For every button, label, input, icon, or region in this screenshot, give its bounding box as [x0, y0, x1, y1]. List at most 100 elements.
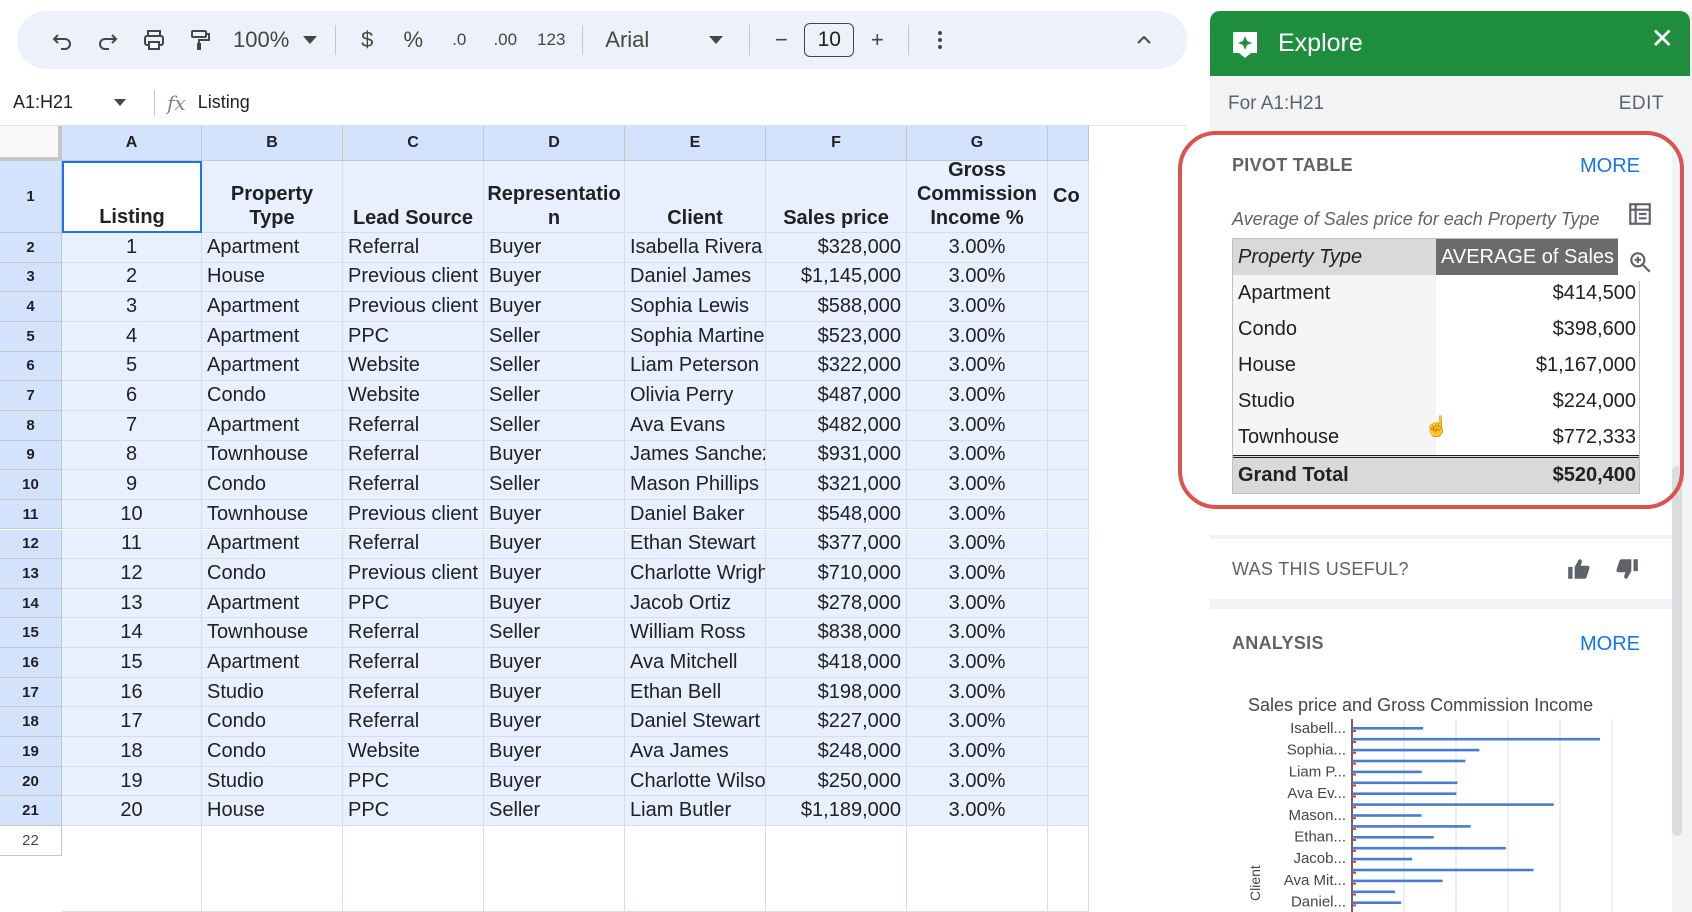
table-cell[interactable]: Buyer [484, 559, 625, 589]
table-cell[interactable]: Daniel Baker [625, 499, 766, 530]
table-cell[interactable]: Apartment [202, 648, 343, 678]
column-header-h[interactable] [1048, 126, 1089, 161]
table-cell[interactable] [1048, 618, 1089, 649]
row-header[interactable]: 6 [0, 351, 62, 382]
table-cell[interactable]: $838,000 [766, 618, 907, 649]
table-cell[interactable]: Buyer [484, 529, 625, 560]
table-cell[interactable]: Seller [484, 618, 625, 649]
table-cell[interactable]: $588,000 [766, 292, 907, 322]
table-cell[interactable] [1048, 826, 1089, 912]
table-cell[interactable]: Referral [343, 529, 484, 560]
table-cell[interactable]: Studio [202, 677, 343, 708]
table-cell[interactable]: Condo [202, 470, 343, 500]
table-cell[interactable]: Sophia Lewis [625, 292, 766, 322]
table-cell[interactable]: $482,000 [766, 410, 907, 441]
analysis-chart[interactable]: Isabell... Sophia... Liam P... Ava Ev... Mas… [1210, 719, 1672, 912]
table-cell[interactable]: Buyer [484, 233, 625, 263]
table-cell[interactable]: Referral [343, 233, 484, 263]
table-cell[interactable]: $250,000 [766, 766, 907, 797]
table-cell[interactable]: Seller [484, 321, 625, 352]
table-cell[interactable]: 3.00% [907, 737, 1048, 767]
row-header[interactable]: 11 [0, 499, 62, 530]
table-cell[interactable] [1048, 470, 1089, 500]
table-cell[interactable]: 3.00% [907, 499, 1048, 530]
table-cell[interactable] [1048, 529, 1089, 560]
table-cell[interactable]: Apartment [202, 529, 343, 560]
table-cell[interactable] [1048, 588, 1089, 619]
table-cell[interactable]: Website [343, 351, 484, 382]
table-cell[interactable]: 3.00% [907, 588, 1048, 619]
percent-format-button[interactable]: % [390, 20, 436, 60]
table-cell[interactable]: PPC [343, 321, 484, 352]
table-cell[interactable]: Condo [202, 707, 343, 738]
table-cell[interactable]: Buyer [484, 677, 625, 708]
table-cell[interactable]: Seller [484, 351, 625, 382]
table-cell[interactable]: Ava Mitchell [625, 648, 766, 678]
table-cell[interactable]: Condo [202, 737, 343, 767]
table-cell[interactable]: Referral [343, 618, 484, 649]
table-cell[interactable]: Buyer [484, 499, 625, 530]
table-cell[interactable] [907, 826, 1048, 912]
table-cell[interactable]: Condo [202, 559, 343, 589]
table-cell[interactable]: Previous client [343, 499, 484, 530]
header-cell[interactable]: Representatio n [484, 161, 625, 233]
table-cell[interactable]: 3.00% [907, 321, 1048, 352]
table-cell[interactable]: Mason Phillips [625, 470, 766, 500]
table-cell[interactable]: $227,000 [766, 707, 907, 738]
table-cell[interactable] [1048, 499, 1089, 530]
table-cell[interactable]: Referral [343, 470, 484, 500]
table-cell[interactable] [343, 826, 484, 912]
table-cell[interactable]: 18 [62, 737, 202, 767]
table-cell[interactable]: 3.00% [907, 796, 1048, 826]
table-cell[interactable]: 9 [62, 470, 202, 500]
table-cell[interactable]: Buyer [484, 262, 625, 293]
row-header[interactable]: 13 [0, 559, 62, 589]
table-cell[interactable]: 3.00% [907, 766, 1048, 797]
paint-format-icon[interactable] [177, 20, 223, 60]
table-cell[interactable] [1048, 766, 1089, 797]
table-cell[interactable]: 4 [62, 321, 202, 352]
table-cell[interactable]: 12 [62, 559, 202, 589]
table-cell[interactable]: 3.00% [907, 262, 1048, 293]
thumbs-up-icon[interactable] [1566, 556, 1592, 582]
table-cell[interactable] [1048, 321, 1089, 352]
row-header[interactable]: 10 [0, 470, 62, 500]
row-header[interactable]: 18 [0, 707, 62, 738]
row-header[interactable]: 17 [0, 677, 62, 708]
table-cell[interactable]: 3.00% [907, 559, 1048, 589]
table-cell[interactable]: Apartment [202, 233, 343, 263]
table-cell[interactable]: James Sanchez [625, 440, 766, 471]
row-header[interactable]: 4 [0, 292, 62, 322]
table-cell[interactable]: 3.00% [907, 351, 1048, 382]
table-cell[interactable]: Previous client [343, 292, 484, 322]
row-header[interactable]: 20 [0, 766, 62, 797]
table-cell[interactable]: 3.00% [907, 648, 1048, 678]
table-cell[interactable]: $418,000 [766, 648, 907, 678]
print-icon[interactable] [131, 20, 177, 60]
table-cell[interactable]: Buyer [484, 440, 625, 471]
table-cell[interactable]: 5 [62, 351, 202, 382]
column-header-b[interactable]: B [202, 126, 343, 161]
close-icon[interactable]: ✕ [1651, 25, 1674, 53]
table-cell[interactable]: 20 [62, 796, 202, 826]
table-cell[interactable]: 3.00% [907, 470, 1048, 500]
table-cell[interactable]: Jacob Ortiz [625, 588, 766, 619]
table-cell[interactable]: Referral [343, 440, 484, 471]
table-cell[interactable]: $931,000 [766, 440, 907, 471]
table-cell[interactable] [1048, 410, 1089, 441]
table-cell[interactable]: $1,189,000 [766, 796, 907, 826]
table-cell[interactable]: 19 [62, 766, 202, 797]
table-cell[interactable]: Apartment [202, 410, 343, 441]
font-select[interactable]: Arial [591, 27, 741, 53]
table-cell[interactable]: 6 [62, 381, 202, 411]
table-cell[interactable]: Buyer [484, 707, 625, 738]
table-cell[interactable] [1048, 262, 1089, 293]
table-cell[interactable] [1048, 559, 1089, 589]
table-cell[interactable]: Apartment [202, 588, 343, 619]
table-cell[interactable]: $548,000 [766, 499, 907, 530]
table-cell[interactable]: Seller [484, 470, 625, 500]
table-cell[interactable] [484, 826, 625, 912]
table-cell[interactable] [625, 826, 766, 912]
table-cell[interactable]: Townhouse [202, 618, 343, 649]
analysis-more-button[interactable]: MORE [1580, 633, 1640, 656]
